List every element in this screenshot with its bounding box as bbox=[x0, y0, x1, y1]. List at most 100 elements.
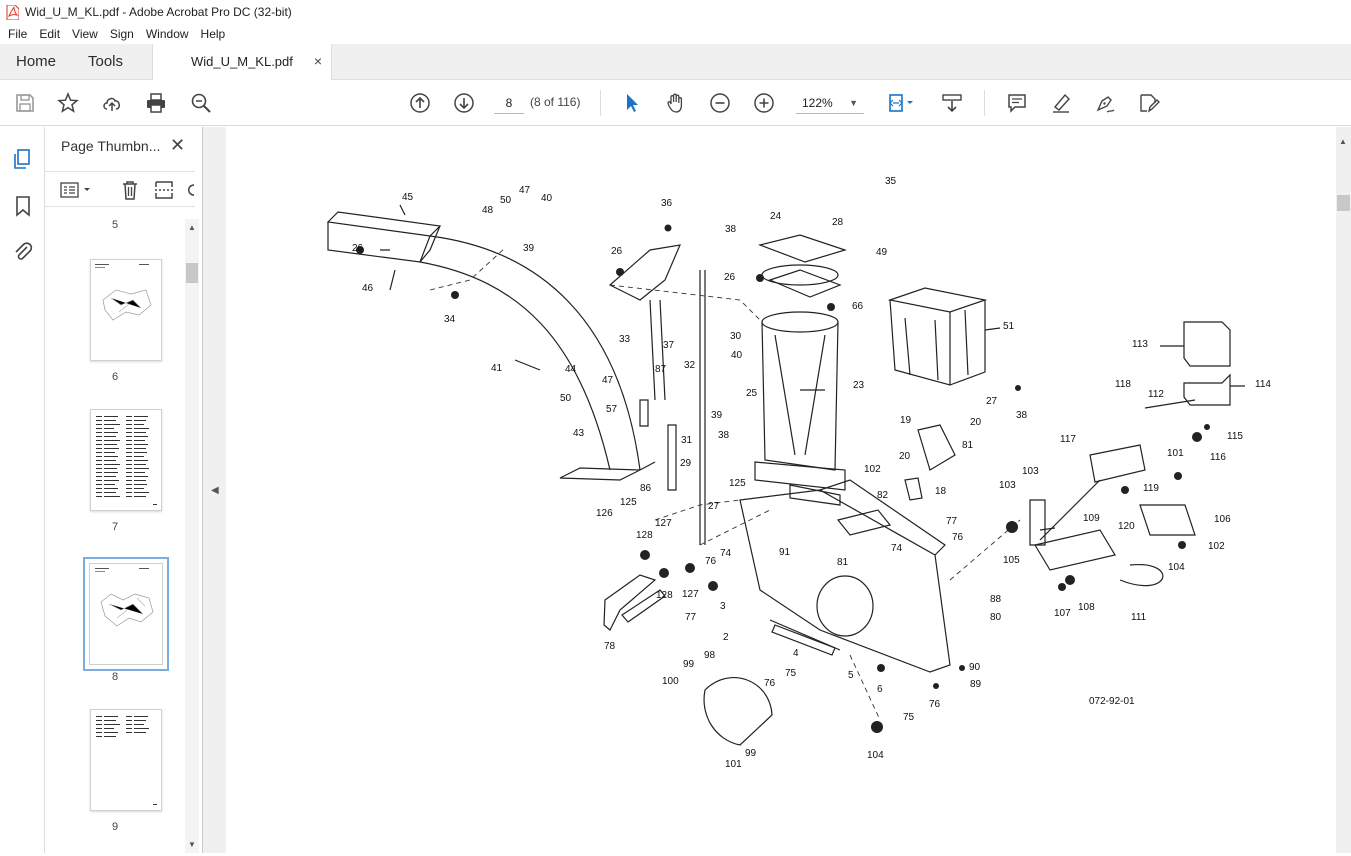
panel-scroll-thumb[interactable] bbox=[186, 263, 198, 283]
part-number-label: 115 bbox=[1227, 431, 1243, 442]
panel-close-icon[interactable]: ✕ bbox=[170, 135, 185, 156]
acrobat-logo-icon bbox=[6, 4, 19, 20]
part-number-label: 99 bbox=[683, 659, 695, 670]
menu-window[interactable]: Window bbox=[140, 27, 195, 41]
part-number-label: 20 bbox=[970, 417, 982, 428]
part-number-label: 35 bbox=[885, 176, 897, 187]
part-number-label: 109 bbox=[1083, 513, 1100, 524]
part-number-label: 120 bbox=[1118, 521, 1135, 532]
zoom-select[interactable]: 122% ▼ bbox=[796, 92, 864, 114]
page-number-input[interactable]: 8 bbox=[494, 92, 524, 114]
save-button[interactable] bbox=[12, 90, 38, 116]
part-number-label: 47 bbox=[602, 375, 614, 386]
panel-collapse-strip[interactable]: ◀ bbox=[203, 127, 226, 853]
menu-view[interactable]: View bbox=[66, 27, 104, 41]
part-number-label: 25 bbox=[746, 388, 758, 399]
find-button[interactable] bbox=[188, 90, 214, 116]
tab-tools[interactable]: Tools bbox=[88, 53, 123, 70]
menu-help[interactable]: Help bbox=[195, 27, 232, 41]
zoom-in-button[interactable] bbox=[751, 90, 777, 116]
edit-pdf-button[interactable] bbox=[1136, 90, 1162, 116]
part-number-label: 127 bbox=[655, 518, 672, 529]
tab-close-icon[interactable]: × bbox=[314, 53, 322, 69]
bookmark-icon[interactable] bbox=[11, 194, 35, 218]
part-number-label: 105 bbox=[1003, 555, 1020, 566]
menu-sign[interactable]: Sign bbox=[104, 27, 140, 41]
document-scroll-thumb[interactable] bbox=[1337, 195, 1350, 211]
part-number-label: 32 bbox=[684, 360, 696, 371]
thumbnail-preview-frame bbox=[89, 563, 163, 665]
sign-button[interactable] bbox=[1092, 90, 1118, 116]
part-number-label: 50 bbox=[560, 393, 572, 404]
part-label-layer: 3545474850 40 3624284926 39 2638266651113463… bbox=[352, 176, 1271, 770]
part-number-label: 77 bbox=[685, 612, 697, 623]
part-number-label: 104 bbox=[1168, 562, 1185, 573]
thumbnail-page-9[interactable] bbox=[90, 709, 162, 811]
part-number-label: 38 bbox=[718, 430, 730, 441]
document-view[interactable]: 35 45 47 48 50 40 36 24 28 49 26 39 26 38 26 66 51 113 46 3… bbox=[226, 127, 1336, 853]
arrow-up-circle-icon bbox=[410, 93, 430, 113]
panel-scrollbar[interactable]: ▲ ▼ bbox=[185, 219, 199, 853]
part-number-label: 38 bbox=[725, 224, 737, 235]
part-number-label: 102 bbox=[864, 464, 881, 475]
comment-button[interactable] bbox=[1004, 90, 1030, 116]
part-number-label: 126 bbox=[596, 508, 613, 519]
scroll-up-icon[interactable]: ▲ bbox=[1339, 137, 1347, 146]
window-title: Wid_U_M_KL.pdf - Adobe Acrobat Pro DC (3… bbox=[25, 5, 292, 19]
part-number-label: 104 bbox=[867, 750, 884, 761]
options-menu-icon[interactable] bbox=[59, 180, 95, 200]
zoom-value: 122% bbox=[802, 96, 833, 110]
thumbnail-page-7[interactable] bbox=[90, 409, 162, 511]
part-number-label: 23 bbox=[853, 380, 865, 391]
tab-home[interactable]: Home bbox=[16, 53, 56, 70]
page-thumbnails-icon[interactable] bbox=[11, 147, 35, 171]
attachment-icon[interactable] bbox=[11, 240, 35, 264]
collapse-arrow-icon[interactable]: ◀ bbox=[211, 485, 219, 496]
previous-page-button[interactable] bbox=[407, 90, 433, 116]
thumbnail-page-8-selected[interactable] bbox=[83, 557, 169, 671]
part-number-label: 89 bbox=[970, 679, 982, 690]
part-number-label: 76 bbox=[952, 532, 964, 543]
scroll-mode-button[interactable] bbox=[939, 90, 965, 116]
fountain-pen-icon bbox=[1096, 96, 1115, 113]
part-number-label: 45 bbox=[402, 192, 414, 203]
share-upload-button[interactable] bbox=[99, 90, 125, 116]
menu-file[interactable]: File bbox=[2, 27, 33, 41]
thumbnail-preview bbox=[96, 416, 157, 505]
select-tool-button[interactable] bbox=[619, 90, 645, 116]
highlight-button[interactable] bbox=[1048, 90, 1074, 116]
part-number-label: 40 bbox=[731, 350, 743, 361]
part-number-label: 6 bbox=[877, 684, 883, 695]
part-number-label: 40 bbox=[541, 193, 553, 204]
insert-page-icon[interactable] bbox=[153, 179, 175, 201]
bookmark-star-button[interactable] bbox=[55, 90, 81, 116]
part-number-label: 26 bbox=[724, 272, 736, 283]
scroll-down-icon[interactable]: ▼ bbox=[188, 840, 196, 849]
zoom-out-button[interactable] bbox=[707, 90, 733, 116]
minus-circle-icon bbox=[710, 93, 730, 113]
part-number-label: 43 bbox=[573, 428, 585, 439]
thumbnail-page-6[interactable] bbox=[90, 259, 162, 361]
document-scrollbar[interactable]: ▲ bbox=[1336, 127, 1351, 853]
part-number-label: 29 bbox=[680, 458, 692, 469]
main-toolbar: 8 (8 of 116) 122% ▼ bbox=[0, 80, 1351, 126]
menu-edit[interactable]: Edit bbox=[33, 27, 66, 41]
part-number-label: 20 bbox=[899, 451, 911, 462]
next-page-button[interactable] bbox=[451, 90, 477, 116]
part-number-label: 28 bbox=[832, 217, 844, 228]
part-number-label: 41 bbox=[491, 363, 503, 374]
trash-icon[interactable] bbox=[119, 179, 141, 201]
scroll-up-icon[interactable]: ▲ bbox=[188, 223, 196, 232]
hand-tool-button[interactable] bbox=[663, 90, 689, 116]
thumbnail-label: 8 bbox=[111, 671, 119, 683]
part-number-label: 106 bbox=[1214, 514, 1231, 525]
page-fit-button[interactable] bbox=[884, 90, 920, 116]
part-number-label: 77 bbox=[946, 516, 958, 527]
part-number-label: 114 bbox=[1255, 379, 1271, 390]
panel-toolbar bbox=[45, 171, 195, 207]
part-number-label: 57 bbox=[606, 404, 618, 415]
tab-document[interactable]: Wid_U_M_KL.pdf × bbox=[152, 44, 332, 81]
rotate-icon[interactable] bbox=[185, 179, 195, 201]
print-button[interactable] bbox=[143, 90, 169, 116]
part-number-label: 102 bbox=[1208, 541, 1225, 552]
